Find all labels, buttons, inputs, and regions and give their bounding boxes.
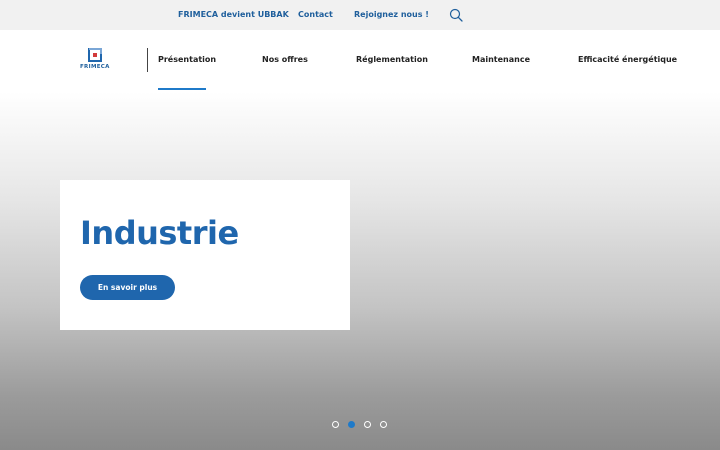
frimeca-logo[interactable]: FRIMECA [80,48,114,74]
logo-text: FRIMECA [80,64,110,70]
hero-carousel: Industrie En savoir plus [0,92,720,450]
carousel-dot-2[interactable] [348,421,355,428]
carousel-pagination [332,421,392,429]
nav-item-reglementation[interactable]: Réglementation [356,55,428,64]
top-utility-bar: FRIMECA devient UBBAK Contact Rejoignez … [0,0,720,30]
hero-card: Industrie En savoir plus [60,180,350,330]
hero-title: Industrie [80,214,239,252]
carousel-dot-4[interactable] [380,421,387,428]
join-us-link[interactable]: Rejoignez nous ! [354,10,429,19]
active-nav-indicator [158,88,206,90]
learn-more-button[interactable]: En savoir plus [80,275,175,300]
contact-link[interactable]: Contact [298,10,333,19]
nav-item-efficacite-energetique[interactable]: Efficacité énergétique [578,55,677,64]
logo-mark-icon [88,48,102,62]
nav-divider [147,48,148,72]
nav-item-nos-offres[interactable]: Nos offres [262,55,308,64]
frimeca-devient-ubbak-link[interactable]: FRIMECA devient UBBAK [178,10,289,19]
main-navigation: FRIMECA Présentation Nos offres Réglemen… [0,30,720,92]
carousel-dot-3[interactable] [364,421,371,428]
search-icon[interactable] [449,8,463,22]
nav-item-maintenance[interactable]: Maintenance [472,55,530,64]
carousel-dot-1[interactable] [332,421,339,428]
nav-item-presentation[interactable]: Présentation [158,55,216,64]
